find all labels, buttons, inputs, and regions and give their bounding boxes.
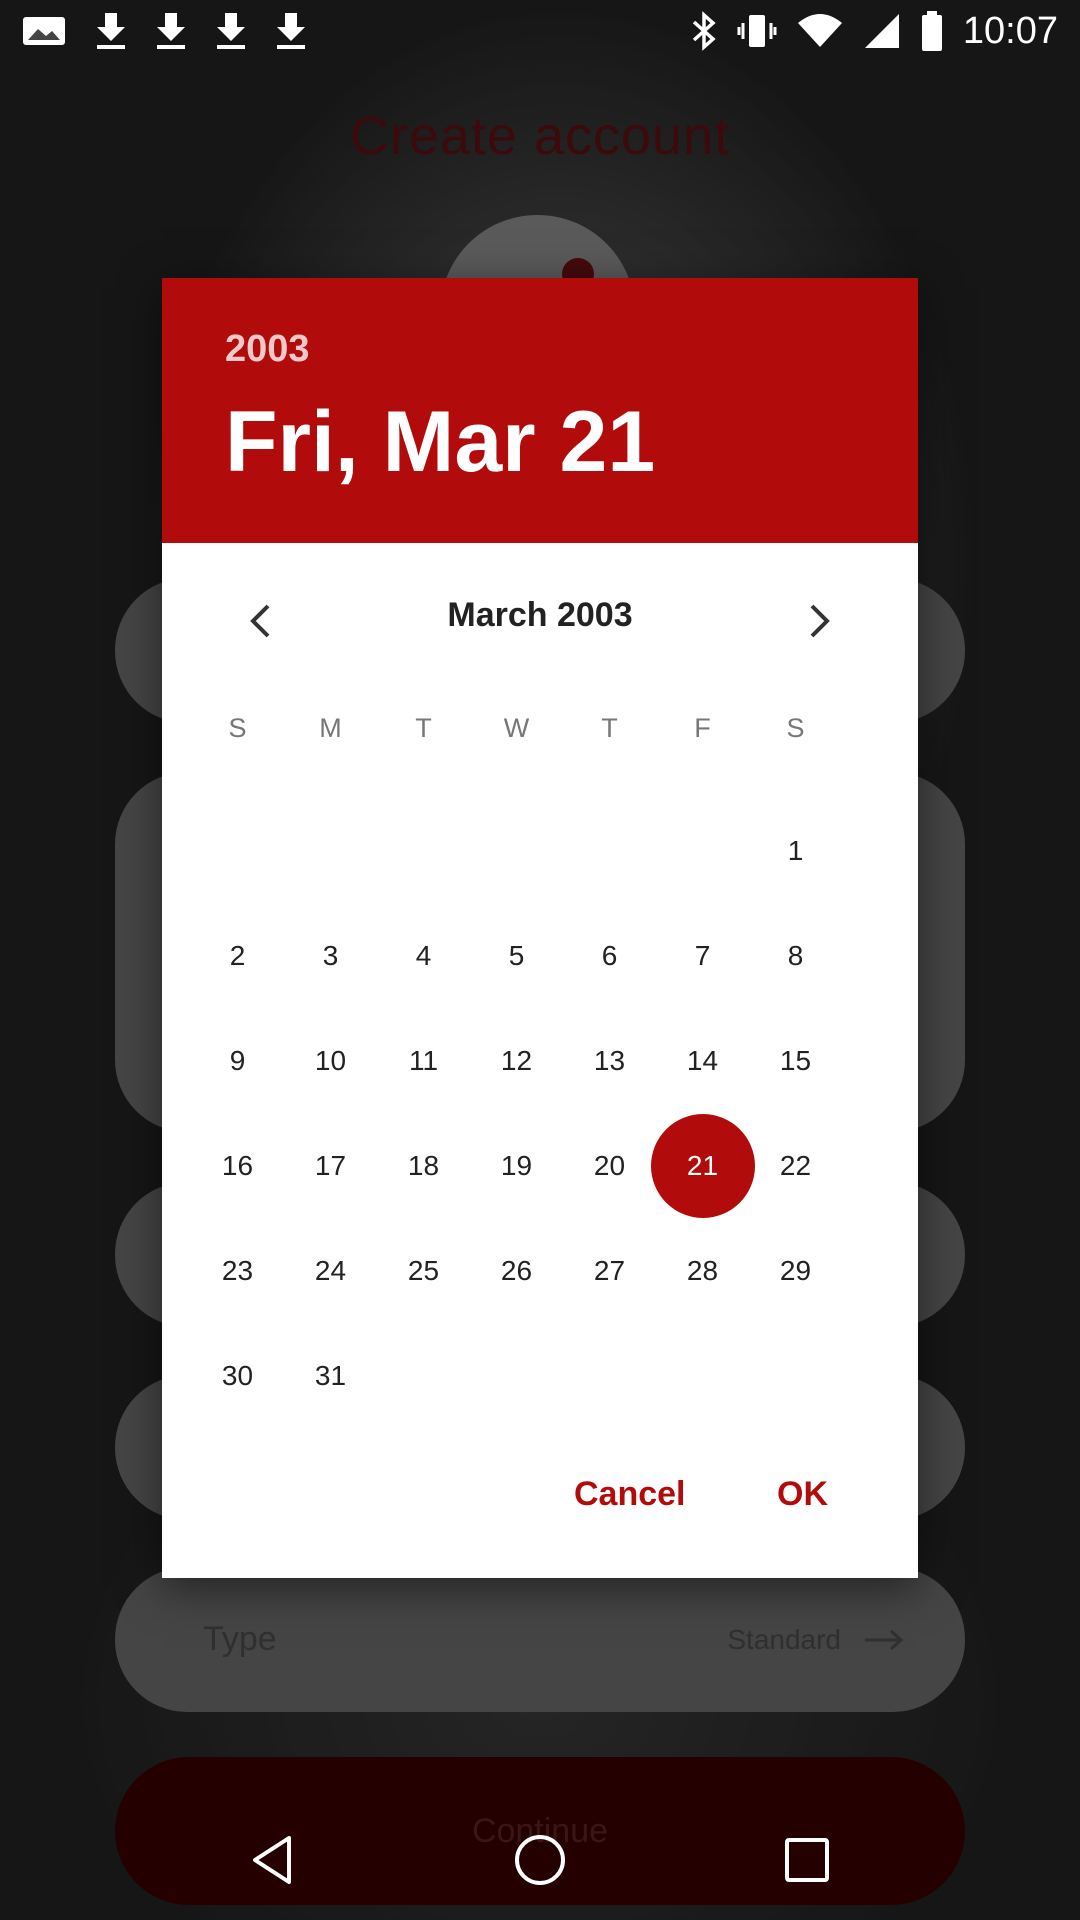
day-cell[interactable]: 12 [470, 1014, 563, 1107]
back-icon[interactable] [245, 1832, 301, 1888]
empty-day-cell [563, 804, 656, 897]
day-cell[interactable]: 27 [563, 1224, 656, 1317]
photo-icon [23, 17, 65, 45]
dialog-actions: Cancel OK [162, 1475, 918, 1535]
empty-day-cell [377, 804, 470, 897]
day-cell[interactable]: 1 [749, 804, 842, 897]
empty-day-cell [563, 1329, 656, 1422]
day-cell[interactable]: 25 [377, 1224, 470, 1317]
empty-day-cell [284, 804, 377, 897]
day-cell[interactable]: 16 [191, 1119, 284, 1212]
calendar-week-row: 23 24 25 26 27 28 29 [191, 1218, 842, 1323]
status-bar: 10:07 [0, 0, 1080, 62]
day-cell[interactable]: 29 [749, 1224, 842, 1317]
empty-day-cell [191, 804, 284, 897]
download-icon [217, 13, 245, 49]
day-cell[interactable]: 5 [470, 909, 563, 1002]
calendar-week-row: 30 31 [191, 1323, 842, 1428]
weekday-label: S [786, 712, 805, 743]
cancel-button[interactable]: Cancel [574, 1475, 686, 1514]
ok-button[interactable]: OK [777, 1475, 828, 1514]
download-icon [97, 13, 125, 49]
day-cell[interactable]: 30 [191, 1329, 284, 1422]
day-cell[interactable]: 11 [377, 1014, 470, 1107]
empty-day-cell [470, 804, 563, 897]
weekday-label: M [319, 712, 342, 743]
bluetooth-icon [692, 11, 716, 51]
day-cell[interactable]: 10 [284, 1014, 377, 1107]
day-cell[interactable]: 17 [284, 1119, 377, 1212]
calendar-week-row: 16 17 18 19 20 21 22 [191, 1113, 842, 1218]
calendar-week-row: 1 [191, 798, 842, 903]
chevron-left-icon [250, 604, 270, 638]
weekday-header: S M T W T F S [191, 698, 842, 758]
battery-icon [921, 11, 942, 51]
wifi-icon [797, 14, 842, 47]
day-cell[interactable]: 20 [563, 1119, 656, 1212]
year-selector[interactable]: 2003 [225, 328, 310, 371]
system-navigation-bar [0, 1800, 1080, 1920]
empty-day-cell [656, 1329, 749, 1422]
calendar-week-row: 9 10 11 12 13 14 15 [191, 1008, 842, 1113]
home-icon[interactable] [512, 1832, 568, 1888]
weekday-label: T [415, 712, 432, 743]
month-navigation: March 2003 [162, 596, 918, 646]
empty-day-cell [656, 804, 749, 897]
day-cell[interactable]: 28 [656, 1224, 749, 1317]
day-cell[interactable]: 15 [749, 1014, 842, 1107]
day-cell[interactable]: 23 [191, 1224, 284, 1317]
day-cell[interactable]: 3 [284, 909, 377, 1002]
day-cell[interactable]: 22 [749, 1119, 842, 1212]
day-cell[interactable]: 8 [749, 909, 842, 1002]
day-cell[interactable]: 14 [656, 1014, 749, 1107]
day-cell[interactable]: 19 [470, 1119, 563, 1212]
signal-icon [864, 14, 899, 48]
selected-day-cell[interactable]: 21 [650, 1113, 755, 1218]
date-picker-header: 2003 Fri, Mar 21 [162, 278, 918, 543]
chevron-right-icon [810, 604, 830, 638]
calendar-week-row: 2345678 [191, 903, 842, 1008]
next-month-button[interactable] [785, 586, 855, 656]
day-cell[interactable]: 24 [284, 1224, 377, 1317]
empty-day-cell [377, 1329, 470, 1422]
download-icon [157, 13, 185, 49]
empty-day-cell [470, 1329, 563, 1422]
download-icon [277, 13, 305, 49]
day-cell[interactable]: 31 [284, 1329, 377, 1422]
day-cell[interactable]: 7 [656, 909, 749, 1002]
day-cell[interactable]: 4 [377, 909, 470, 1002]
selected-date-label[interactable]: Fri, Mar 21 [225, 393, 655, 492]
previous-month-button[interactable] [225, 586, 295, 656]
day-cell[interactable]: 13 [563, 1014, 656, 1107]
weekday-label: F [694, 712, 711, 743]
calendar-grid: S M T W T F S 1 2 3 4 5 6 7 8 9 10 11 12 13 14 15 16 17 1… [191, 698, 842, 1428]
date-picker-dialog: 2003 Fri, Mar 21 March 2003 S M T W T F … [162, 278, 918, 1578]
day-cell[interactable]: 9 [191, 1014, 284, 1107]
recents-icon[interactable] [779, 1832, 835, 1888]
day-cell[interactable]: 26 [470, 1224, 563, 1317]
day-cell[interactable]: 2 [191, 909, 284, 1002]
day-cell[interactable]: 6 [563, 909, 656, 1002]
empty-day-cell [749, 1329, 842, 1422]
status-time: 10:07 [962, 9, 1058, 52]
weekday-label: S [228, 712, 247, 743]
day-cell[interactable]: 18 [377, 1119, 470, 1212]
weekday-label: W [503, 712, 530, 743]
vibrate-icon [737, 15, 777, 47]
weekday-label: T [601, 712, 618, 743]
